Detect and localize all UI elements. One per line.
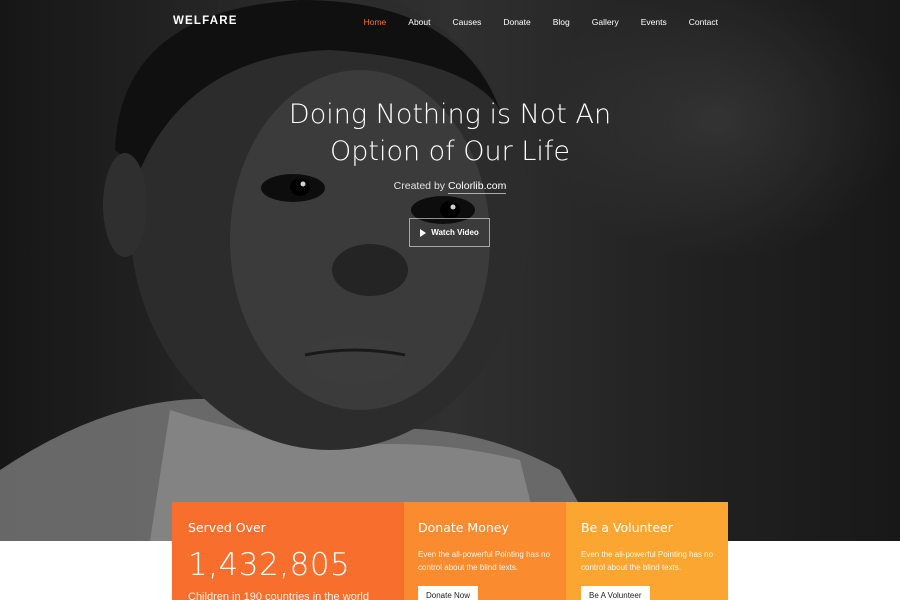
info-cards: Served Over 1,432,805 Children in 190 co… (172, 502, 728, 600)
volunteer-card: Be a Volunteer Even the all-powerful Poi… (566, 502, 728, 600)
hero-banner: WELFARE Home About Causes Donate Blog Ga… (0, 0, 900, 541)
credit-prefix: Created by (393, 180, 446, 192)
nav-blog[interactable]: Blog (553, 17, 570, 27)
served-subtitle: Children in 190 countries in the world (188, 591, 369, 600)
be-a-volunteer-button[interactable]: Be A Volunteer (581, 586, 650, 600)
donate-text: Even the all-powerful Pointing has no co… (418, 550, 551, 572)
nav-home[interactable]: Home (364, 17, 387, 27)
watch-video-button[interactable]: Watch Video (409, 218, 490, 247)
donate-now-button[interactable]: Donate Now (418, 586, 479, 600)
nav-gallery[interactable]: Gallery (592, 17, 619, 27)
site-logo[interactable]: WELFARE (173, 15, 238, 27)
hero-title-line-1: Doing Nothing is Not An (288, 99, 612, 130)
donate-title: Donate Money (418, 520, 509, 535)
play-icon (420, 228, 427, 237)
served-title: Served Over (188, 520, 266, 535)
volunteer-text: Even the all-powerful Pointing has no co… (581, 550, 714, 572)
main-menu: Home About Causes Donate Blog Gallery Ev… (342, 17, 718, 27)
nav-about[interactable]: About (408, 17, 430, 27)
nav-causes[interactable]: Causes (453, 17, 482, 27)
credit-link[interactable]: Colorlib.com (447, 180, 507, 194)
nav-contact[interactable]: Contact (689, 17, 718, 27)
hero-overlay (0, 0, 900, 541)
nav-donate[interactable]: Donate (503, 17, 530, 27)
donate-card: Donate Money Even the all-powerful Point… (404, 502, 566, 600)
hero-title: Doing Nothing is Not An Option of Our Li… (0, 96, 900, 170)
served-counter: 1,432,805 (188, 547, 351, 583)
hero-credit: Created by Colorlib.com (0, 180, 900, 194)
hero-title-line-2: Option of Our Life (329, 136, 570, 167)
top-navigation: WELFARE Home About Causes Donate Blog Ga… (0, 0, 900, 46)
served-card: Served Over 1,432,805 Children in 190 co… (172, 502, 404, 600)
watch-video-label: Watch Video (431, 228, 479, 237)
volunteer-title: Be a Volunteer (581, 520, 673, 535)
nav-events[interactable]: Events (641, 17, 667, 27)
